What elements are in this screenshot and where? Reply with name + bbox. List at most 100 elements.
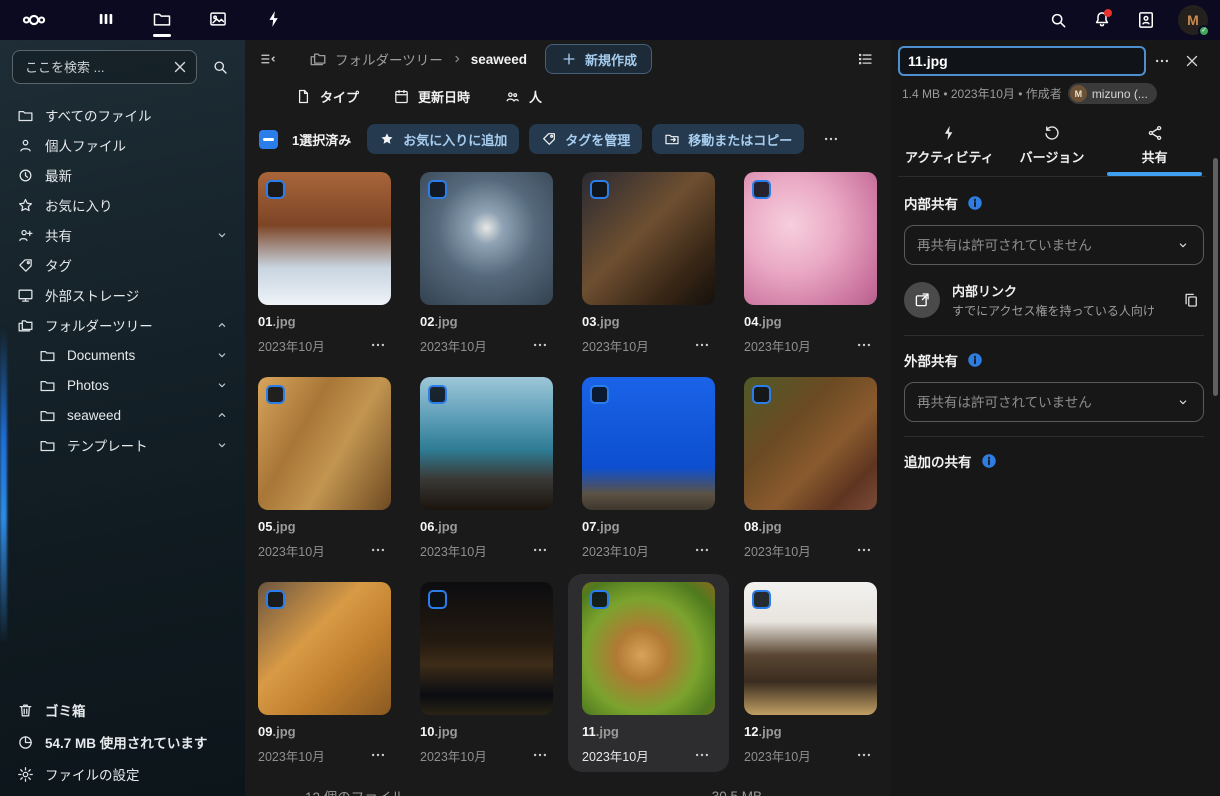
- filter-people-button[interactable]: .f{fill:currentColor;stroke:none}人: [494, 82, 552, 110]
- file-thumbnail[interactable]: [582, 172, 715, 305]
- file-thumbnail[interactable]: [258, 172, 391, 305]
- file-actions-button[interactable]: .f{fill:currentColor;stroke:none}: [851, 334, 877, 356]
- unified-search-button[interactable]: .f{fill:currentColor;stroke:none}: [1040, 2, 1076, 38]
- file-thumbnail[interactable]: [582, 582, 715, 715]
- owner-badge[interactable]: M mizuno (...: [1068, 83, 1157, 104]
- app-photos-button[interactable]: .f{fill:currentColor;stroke:none}: [198, 0, 238, 40]
- info-icon[interactable]: .f{fill:currentColor;stroke:none}: [966, 351, 984, 369]
- action-favorite-button[interactable]: .f{fill:currentColor;stroke:none}お気に入りに追…: [367, 124, 519, 154]
- contacts-button[interactable]: .f{fill:currentColor;stroke:none}: [1128, 2, 1164, 38]
- sidebar-item-folder-templates[interactable]: .f{fill:currentColor;stroke:none} テンプレート…: [4, 430, 241, 460]
- file-checkbox[interactable]: [752, 180, 771, 199]
- info-icon[interactable]: .f{fill:currentColor;stroke:none}: [966, 194, 984, 212]
- view-toggle-button[interactable]: .f{fill:currentColor;stroke:none}: [848, 42, 882, 76]
- sidebar-item-trash[interactable]: .f{fill:currentColor;stroke:none} ゴミ箱: [4, 694, 241, 726]
- file-thumbnail[interactable]: [744, 582, 877, 715]
- file-checkbox[interactable]: [428, 180, 447, 199]
- file-actions-button[interactable]: .f{fill:currentColor;stroke:none}: [365, 539, 391, 561]
- sidebar-item-personal-files[interactable]: .f{fill:currentColor;stroke:none} 個人ファイル: [4, 130, 241, 160]
- notifications-button[interactable]: .f{fill:currentColor;stroke:none}: [1084, 2, 1120, 38]
- chevron-icon[interactable]: .f{fill:currentColor;stroke:none}: [211, 374, 233, 396]
- file-checkbox[interactable]: [590, 180, 609, 199]
- file-card-01[interactable]: 01.jpg 2023年10月 .f{fill:currentColor;str…: [258, 172, 391, 356]
- sidebar-item-shares[interactable]: .f{fill:currentColor;stroke:none} 共有 .f{…: [4, 220, 241, 250]
- tab-versions[interactable]: .f{fill:currentColor;stroke:none}バージョン: [1001, 118, 1104, 176]
- internal-share-dropdown-button[interactable]: .f{fill:currentColor;stroke:none}: [1167, 229, 1199, 261]
- file-checkbox[interactable]: [752, 385, 771, 404]
- file-thumbnail[interactable]: [420, 377, 553, 510]
- internal-link-row[interactable]: .f{fill:currentColor;stroke:none} 内部リンク …: [904, 279, 1204, 333]
- breadcrumb-current[interactable]: seaweed: [471, 52, 527, 67]
- nextcloud-logo-icon[interactable]: [10, 7, 58, 33]
- sidebar-item-tags[interactable]: .f{fill:currentColor;stroke:none} タグ: [4, 250, 241, 280]
- file-checkbox[interactable]: [752, 590, 771, 609]
- file-actions-button[interactable]: .f{fill:currentColor;stroke:none}: [527, 744, 553, 766]
- external-share-dropdown-button[interactable]: .f{fill:currentColor;stroke:none}: [1167, 386, 1199, 418]
- file-actions-button[interactable]: .f{fill:currentColor;stroke:none}: [365, 744, 391, 766]
- sidebar-item-folder-seaweed[interactable]: .f{fill:currentColor;stroke:none} seawee…: [4, 400, 241, 430]
- scrollbar-thumb[interactable]: [1213, 158, 1218, 396]
- file-card-02[interactable]: 02.jpg 2023年10月 .f{fill:currentColor;str…: [420, 172, 553, 356]
- file-checkbox[interactable]: [590, 590, 609, 609]
- filter-modified-button[interactable]: .f{fill:currentColor;stroke:none}更新日時: [383, 82, 480, 110]
- file-actions-button[interactable]: .f{fill:currentColor;stroke:none}: [689, 744, 715, 766]
- details-close-button[interactable]: .f{fill:currentColor;stroke:none}: [1178, 47, 1206, 75]
- search-submit-button[interactable]: .f{fill:currentColor;stroke:none}: [203, 50, 237, 84]
- sidebar-item-recent[interactable]: .f{fill:currentColor;stroke:none} 最新: [4, 160, 241, 190]
- tab-sharing[interactable]: .f{fill:currentColor;stroke:none}共有: [1103, 118, 1206, 176]
- app-dashboard-button[interactable]: .f{fill:currentColor;stroke:none}: [86, 0, 126, 40]
- file-card-08[interactable]: 08.jpg 2023年10月 .f{fill:currentColor;str…: [744, 377, 877, 561]
- select-all-checkbox[interactable]: [259, 130, 278, 149]
- file-card-04[interactable]: 04.jpg 2023年10月 .f{fill:currentColor;str…: [744, 172, 877, 356]
- file-actions-button[interactable]: .f{fill:currentColor;stroke:none}: [689, 539, 715, 561]
- filter-type-button[interactable]: .f{fill:currentColor;stroke:none}タイプ: [285, 82, 369, 110]
- file-thumbnail[interactable]: [744, 377, 877, 510]
- file-card-06[interactable]: 06.jpg 2023年10月 .f{fill:currentColor;str…: [420, 377, 553, 561]
- file-actions-button[interactable]: .f{fill:currentColor;stroke:none}: [527, 539, 553, 561]
- filename-input[interactable]: [898, 46, 1146, 76]
- sidebar-item-settings[interactable]: .f{fill:currentColor;stroke:none} ファイルの設…: [4, 758, 241, 790]
- action-tags-button[interactable]: .f{fill:currentColor;stroke:none}タグを管理: [529, 124, 642, 154]
- collapse-sidebar-button[interactable]: .f{fill:currentColor;stroke:none}: [251, 42, 285, 76]
- user-avatar[interactable]: M ✓: [1178, 5, 1208, 35]
- chevron-icon[interactable]: .f{fill:currentColor;stroke:none}: [211, 404, 233, 426]
- file-card-09[interactable]: 09.jpg 2023年10月 .f{fill:currentColor;str…: [258, 582, 391, 766]
- details-more-button[interactable]: .f{fill:currentColor;stroke:none}: [1148, 47, 1176, 75]
- chevron-icon[interactable]: .f{fill:currentColor;stroke:none}: [211, 434, 233, 456]
- breadcrumb-root[interactable]: .f{fill:currentColor;stroke:none} フォルダーツ…: [309, 49, 443, 69]
- action-move-button[interactable]: .f{fill:currentColor;stroke:none}移動またはコピ…: [652, 124, 804, 154]
- file-card-05[interactable]: 05.jpg 2023年10月 .f{fill:currentColor;str…: [258, 377, 391, 561]
- sidebar-item-folder-photos[interactable]: .f{fill:currentColor;stroke:none} Photos…: [4, 370, 241, 400]
- sidebar-item-folder-documents[interactable]: .f{fill:currentColor;stroke:none} Docume…: [4, 340, 241, 370]
- file-thumbnail[interactable]: [744, 172, 877, 305]
- file-checkbox[interactable]: [266, 180, 285, 199]
- info-icon[interactable]: .f{fill:currentColor;stroke:none}: [980, 452, 998, 470]
- file-thumbnail[interactable]: [420, 582, 553, 715]
- external-share-input[interactable]: [917, 395, 1167, 410]
- sidebar-item-all-files[interactable]: .f{fill:currentColor;stroke:none} すべてのファ…: [4, 100, 241, 130]
- file-actions-button[interactable]: .f{fill:currentColor;stroke:none}: [851, 539, 877, 561]
- sidebar-item-favorites[interactable]: .f{fill:currentColor;stroke:none} お気に入り: [4, 190, 241, 220]
- file-card-12[interactable]: 12.jpg 2023年10月 .f{fill:currentColor;str…: [744, 582, 877, 766]
- internal-share-input[interactable]: [917, 238, 1167, 253]
- file-thumbnail[interactable]: [420, 172, 553, 305]
- file-thumbnail[interactable]: [582, 377, 715, 510]
- new-file-button[interactable]: .f{fill:currentColor;stroke:none} 新規作成: [545, 44, 652, 74]
- search-clear-button[interactable]: .f{fill:currentColor;stroke:none}: [169, 56, 191, 78]
- sidebar-item-quota[interactable]: .f{fill:currentColor;stroke:none} 54.7 M…: [4, 726, 241, 758]
- chevron-icon[interactable]: .f{fill:currentColor;stroke:none}: [211, 344, 233, 366]
- sidebar-item-external-storage[interactable]: .f{fill:currentColor;stroke:none} 外部ストレー…: [4, 280, 241, 310]
- file-checkbox[interactable]: [266, 385, 285, 404]
- chevron-icon[interactable]: .f{fill:currentColor;stroke:none}: [211, 314, 233, 336]
- tab-activity[interactable]: .f{fill:currentColor;stroke:none}アクティビティ: [898, 118, 1001, 176]
- file-card-10[interactable]: 10.jpg 2023年10月 .f{fill:currentColor;str…: [420, 582, 553, 766]
- file-thumbnail[interactable]: [258, 582, 391, 715]
- copy-link-button[interactable]: .f{fill:currentColor;stroke:none}: [1178, 287, 1204, 313]
- file-card-11[interactable]: 11.jpg 2023年10月 .f{fill:currentColor;str…: [582, 582, 715, 766]
- file-actions-button[interactable]: .f{fill:currentColor;stroke:none}: [851, 744, 877, 766]
- file-checkbox[interactable]: [590, 385, 609, 404]
- file-checkbox[interactable]: [428, 385, 447, 404]
- app-activity-button[interactable]: .f{fill:currentColor;stroke:none}: [254, 0, 294, 40]
- sidebar-item-folder-tree[interactable]: .f{fill:currentColor;stroke:none} フォルダーツ…: [4, 310, 241, 340]
- file-card-07[interactable]: 07.jpg 2023年10月 .f{fill:currentColor;str…: [582, 377, 715, 561]
